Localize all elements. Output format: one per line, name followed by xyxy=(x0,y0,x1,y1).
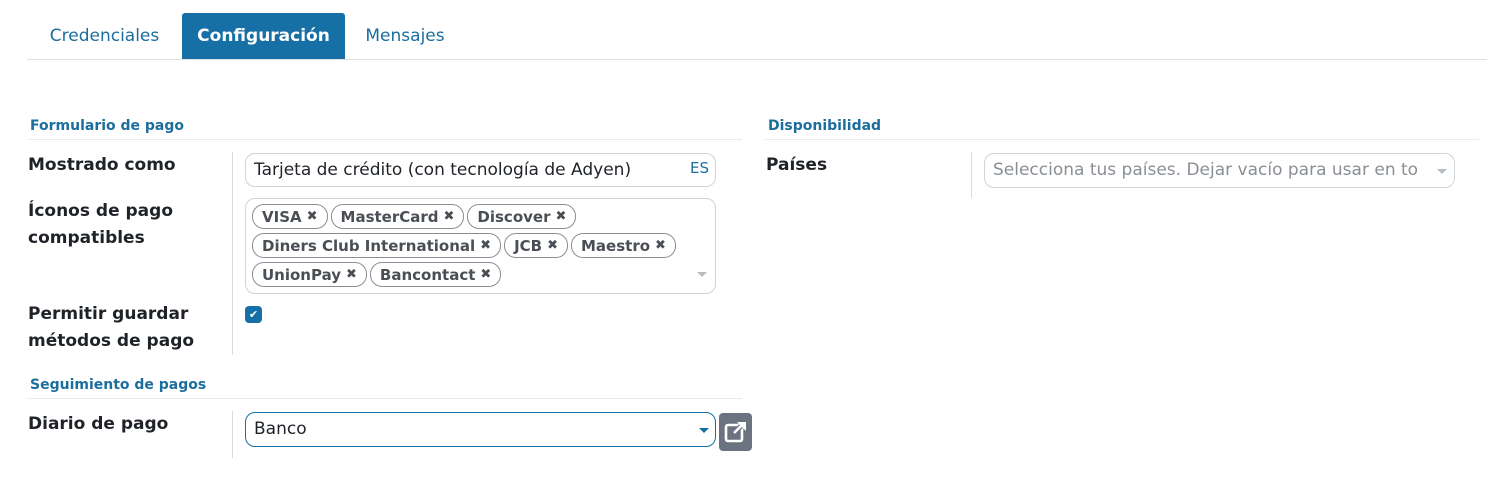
times-icon[interactable]: ✖ xyxy=(480,267,491,282)
times-icon[interactable]: ✖ xyxy=(547,238,558,253)
external-link-icon xyxy=(724,421,747,443)
allow-tokenization-checkbox[interactable]: ✔ xyxy=(245,306,262,323)
section-divider xyxy=(27,398,742,399)
tag-label: UnionPay xyxy=(262,265,342,284)
tag-label: Maestro xyxy=(581,236,651,255)
label-allow-tokenization-line1: Permitir guardar xyxy=(28,304,189,324)
tab-bar: Credenciales Configuración Mensajes xyxy=(27,13,1487,60)
label-displayed-as: Mostrado como xyxy=(28,155,176,175)
times-icon[interactable]: ✖ xyxy=(480,238,491,253)
countries-input[interactable]: Selecciona tus países. Dejar vacío para … xyxy=(984,153,1455,188)
tag-bancontact: Bancontact ✖ xyxy=(369,262,502,287)
section-divider xyxy=(27,139,742,140)
tab-configuracion[interactable]: Configuración xyxy=(182,13,345,59)
tag-label: Discover xyxy=(477,207,551,226)
tag-maestro: Maestro ✖ xyxy=(571,233,676,258)
label-countries: Países xyxy=(766,155,828,175)
tag-list: VISA ✖ MasterCard ✖ Discover ✖ Diners Club … xyxy=(252,204,712,291)
payment-journal-value: Banco xyxy=(254,419,307,439)
caret-down-icon[interactable] xyxy=(697,272,707,277)
language-button[interactable]: ES xyxy=(690,159,709,177)
tag-jcb: JCB ✖ xyxy=(504,233,568,258)
caret-down-icon[interactable] xyxy=(699,428,709,433)
label-payment-icons: Íconos de pago compatibles xyxy=(28,198,173,252)
tag-label: Bancontact xyxy=(379,265,476,284)
tag-row: Diners Club International ✖ JCB ✖ Maestro ✖ xyxy=(252,233,712,258)
displayed-as-input[interactable]: Tarjeta de crédito (con tecnología de Ad… xyxy=(245,153,716,187)
times-icon[interactable]: ✖ xyxy=(555,209,566,224)
field-divider xyxy=(232,152,233,355)
displayed-as-value: Tarjeta de crédito (con tecnología de Ad… xyxy=(254,160,632,180)
label-allow-tokenization: Permitir guardar métodos de pago xyxy=(28,301,194,355)
payment-journal-select[interactable]: Banco xyxy=(245,412,716,447)
payment-icons-field[interactable]: VISA ✖ MasterCard ✖ Discover ✖ Diners Club … xyxy=(245,198,716,294)
section-title-availability: Disponibilidad xyxy=(768,118,882,134)
tag-label: MasterCard xyxy=(340,207,439,226)
tag-mastercard: MasterCard ✖ xyxy=(330,204,465,229)
tag-discover: Discover ✖ xyxy=(467,204,577,229)
tag-unionpay: UnionPay ✖ xyxy=(252,262,367,287)
label-payment-icons-line2: compatibles xyxy=(28,228,145,248)
times-icon[interactable]: ✖ xyxy=(444,209,455,224)
label-payment-journal: Diario de pago xyxy=(28,414,169,434)
tag-label: JCB xyxy=(514,236,543,255)
caret-down-icon[interactable] xyxy=(1437,169,1447,174)
tag-row: UnionPay ✖ Bancontact ✖ xyxy=(252,262,712,287)
label-payment-icons-line1: Íconos de pago xyxy=(28,201,174,221)
tag-label: VISA xyxy=(262,207,302,226)
check-icon: ✔ xyxy=(248,308,259,321)
section-title-payment-form: Formulario de pago xyxy=(30,118,185,134)
times-icon[interactable]: ✖ xyxy=(307,209,318,224)
tag-row: VISA ✖ MasterCard ✖ Discover ✖ xyxy=(252,204,712,229)
tag-diners-club: Diners Club International ✖ xyxy=(252,233,502,258)
external-link-button[interactable] xyxy=(719,413,752,451)
field-divider xyxy=(232,411,233,458)
times-icon[interactable]: ✖ xyxy=(655,238,666,253)
countries-placeholder: Selecciona tus países. Dejar vacío para … xyxy=(993,160,1419,180)
tab-credenciales[interactable]: Credenciales xyxy=(27,13,182,59)
field-divider xyxy=(971,152,972,198)
times-icon[interactable]: ✖ xyxy=(346,267,357,282)
tag-visa: VISA ✖ xyxy=(252,204,328,229)
section-divider xyxy=(765,139,1479,140)
section-title-payment-followup: Seguimiento de pagos xyxy=(30,377,207,393)
tab-mensajes[interactable]: Mensajes xyxy=(345,13,465,59)
tag-label: Diners Club International xyxy=(262,236,476,255)
label-allow-tokenization-line2: métodos de pago xyxy=(28,331,195,351)
